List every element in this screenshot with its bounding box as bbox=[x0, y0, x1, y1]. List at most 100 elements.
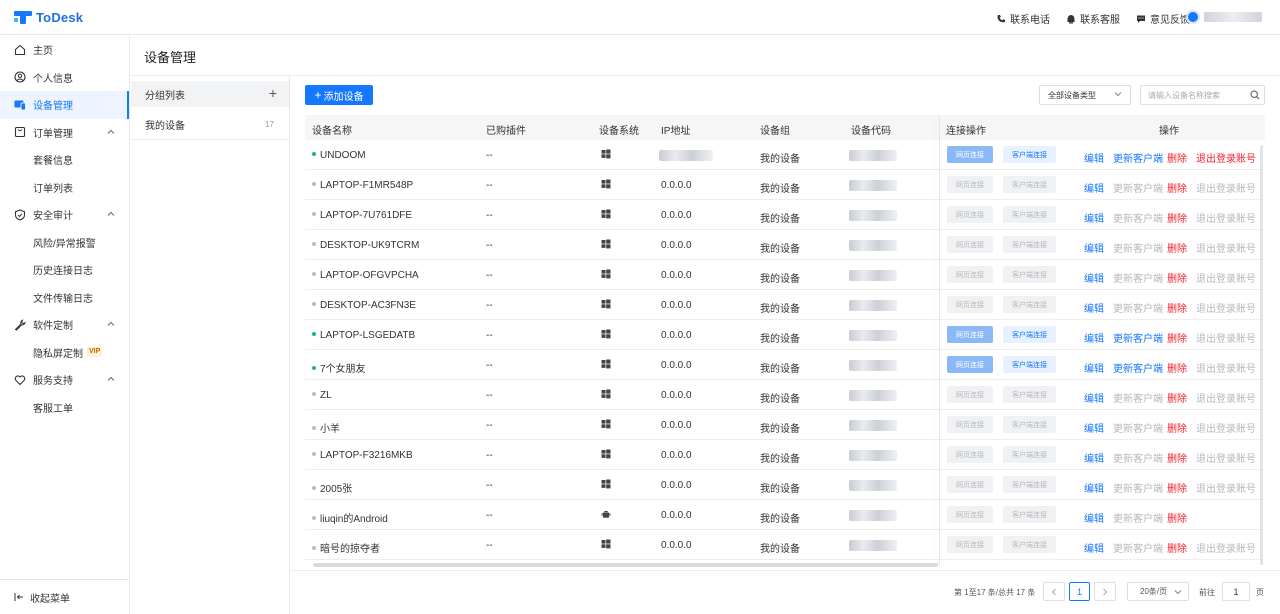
web-connect-button[interactable]: 网页连接 bbox=[947, 416, 993, 433]
nav-home[interactable]: 主页 bbox=[0, 36, 129, 64]
collapse-menu-button[interactable]: 收起菜单 bbox=[0, 579, 129, 614]
edit-link[interactable]: 编辑 bbox=[1084, 420, 1104, 435]
client-connect-button[interactable]: 客户端连接 bbox=[1003, 206, 1056, 223]
edit-link[interactable]: 编辑 bbox=[1084, 240, 1104, 255]
update-client-link[interactable]: 更新客户端 bbox=[1113, 450, 1163, 465]
search-icon[interactable] bbox=[1250, 90, 1260, 100]
client-connect-button[interactable]: 客户端连接 bbox=[1003, 266, 1056, 283]
client-connect-button[interactable]: 客户端连接 bbox=[1003, 146, 1056, 163]
update-client-link[interactable]: 更新客户端 bbox=[1113, 300, 1163, 315]
client-connect-button[interactable]: 客户端连接 bbox=[1003, 326, 1056, 343]
client-connect-button[interactable]: 客户端连接 bbox=[1003, 356, 1056, 373]
page-size-select[interactable]: 20条/页 bbox=[1127, 582, 1189, 601]
logout-account-link[interactable]: 退出登录账号 bbox=[1196, 300, 1256, 315]
update-client-link[interactable]: 更新客户端 bbox=[1113, 150, 1163, 165]
delete-link[interactable]: 删除 bbox=[1167, 210, 1187, 225]
edit-link[interactable]: 编辑 bbox=[1084, 270, 1104, 285]
update-client-link[interactable]: 更新客户端 bbox=[1113, 180, 1163, 195]
nav-history-log[interactable]: 历史连接日志 bbox=[0, 256, 129, 284]
logout-account-link[interactable]: 退出登录账号 bbox=[1196, 360, 1256, 375]
nav-privacy-screen[interactable]: 隐私屏定制 VIP bbox=[0, 339, 129, 367]
client-connect-button[interactable]: 客户端连接 bbox=[1003, 236, 1056, 253]
delete-link[interactable]: 删除 bbox=[1167, 300, 1187, 315]
nav-profile[interactable]: 个人信息 bbox=[0, 64, 129, 92]
add-group-icon[interactable]: + bbox=[269, 85, 277, 101]
update-client-link[interactable]: 更新客户端 bbox=[1113, 360, 1163, 375]
update-client-link[interactable]: 更新客户端 bbox=[1113, 390, 1163, 405]
web-connect-button[interactable]: 网页连接 bbox=[947, 266, 993, 283]
logout-account-link[interactable]: 退出登录账号 bbox=[1196, 150, 1256, 165]
edit-link[interactable]: 编辑 bbox=[1084, 210, 1104, 225]
nav-order-list[interactable]: 订单列表 bbox=[0, 174, 129, 202]
edit-link[interactable]: 编辑 bbox=[1084, 480, 1104, 495]
delete-link[interactable]: 删除 bbox=[1167, 180, 1187, 195]
delete-link[interactable]: 删除 bbox=[1167, 360, 1187, 375]
nav-package-info[interactable]: 套餐信息 bbox=[0, 146, 129, 174]
update-client-link[interactable]: 更新客户端 bbox=[1113, 240, 1163, 255]
logout-account-link[interactable]: 退出登录账号 bbox=[1196, 270, 1256, 285]
update-client-link[interactable]: 更新客户端 bbox=[1113, 210, 1163, 225]
delete-link[interactable]: 删除 bbox=[1167, 510, 1187, 525]
group-item-my-devices[interactable]: 我的设备 17 bbox=[131, 109, 289, 140]
web-connect-button[interactable]: 网页连接 bbox=[947, 206, 993, 223]
edit-link[interactable]: 编辑 bbox=[1084, 180, 1104, 195]
edit-link[interactable]: 编辑 bbox=[1084, 300, 1104, 315]
feedback-link[interactable]: 意见反馈 bbox=[1136, 11, 1190, 26]
logout-account-link[interactable]: 退出登录账号 bbox=[1196, 480, 1256, 495]
client-connect-button[interactable]: 客户端连接 bbox=[1003, 476, 1056, 493]
nav-devices[interactable]: 设备管理 bbox=[0, 91, 129, 119]
web-connect-button[interactable]: 网页连接 bbox=[947, 536, 993, 553]
nav-ticket[interactable]: 客服工单 bbox=[0, 394, 129, 422]
web-connect-button[interactable]: 网页连接 bbox=[947, 386, 993, 403]
logout-account-link[interactable]: 退出登录账号 bbox=[1196, 420, 1256, 435]
delete-link[interactable]: 删除 bbox=[1167, 450, 1187, 465]
client-connect-button[interactable]: 客户端连接 bbox=[1003, 536, 1056, 553]
update-client-link[interactable]: 更新客户端 bbox=[1113, 480, 1163, 495]
edit-link[interactable]: 编辑 bbox=[1084, 510, 1104, 525]
logout-account-link[interactable]: 退出登录账号 bbox=[1196, 210, 1256, 225]
web-connect-button[interactable]: 网页连接 bbox=[947, 506, 993, 523]
web-connect-button[interactable]: 网页连接 bbox=[947, 476, 993, 493]
logout-account-link[interactable]: 退出登录账号 bbox=[1196, 540, 1256, 555]
logout-account-link[interactable]: 退出登录账号 bbox=[1196, 240, 1256, 255]
update-client-link[interactable]: 更新客户端 bbox=[1113, 330, 1163, 345]
user-menu[interactable] bbox=[1186, 10, 1262, 24]
client-connect-button[interactable]: 客户端连接 bbox=[1003, 416, 1056, 433]
add-device-button[interactable]: + 添加设备 bbox=[305, 85, 373, 105]
logout-account-link[interactable]: 退出登录账号 bbox=[1196, 390, 1256, 405]
device-search-input[interactable] bbox=[1140, 85, 1265, 105]
edit-link[interactable]: 编辑 bbox=[1084, 450, 1104, 465]
nav-security[interactable]: 安全审计 bbox=[0, 201, 129, 229]
edit-link[interactable]: 编辑 bbox=[1084, 150, 1104, 165]
edit-link[interactable]: 编辑 bbox=[1084, 540, 1104, 555]
logout-account-link[interactable]: 退出登录账号 bbox=[1196, 450, 1256, 465]
goto-page-input[interactable]: 1 bbox=[1222, 582, 1250, 601]
logout-account-link[interactable]: 退出登录账号 bbox=[1196, 330, 1256, 345]
update-client-link[interactable]: 更新客户端 bbox=[1113, 420, 1163, 435]
prev-page-button[interactable] bbox=[1043, 582, 1065, 601]
edit-link[interactable]: 编辑 bbox=[1084, 330, 1104, 345]
web-connect-button[interactable]: 网页连接 bbox=[947, 356, 993, 373]
contact-service-link[interactable]: 联系客服 bbox=[1066, 11, 1120, 26]
web-connect-button[interactable]: 网页连接 bbox=[947, 446, 993, 463]
delete-link[interactable]: 删除 bbox=[1167, 420, 1187, 435]
delete-link[interactable]: 删除 bbox=[1167, 330, 1187, 345]
delete-link[interactable]: 删除 bbox=[1167, 150, 1187, 165]
client-connect-button[interactable]: 客户端连接 bbox=[1003, 296, 1056, 313]
contact-phone-link[interactable]: 联系电话 bbox=[996, 11, 1050, 26]
edit-link[interactable]: 编辑 bbox=[1084, 390, 1104, 405]
device-type-select[interactable]: 全部设备类型 bbox=[1039, 85, 1131, 105]
delete-link[interactable]: 删除 bbox=[1167, 540, 1187, 555]
web-connect-button[interactable]: 网页连接 bbox=[947, 296, 993, 313]
web-connect-button[interactable]: 网页连接 bbox=[947, 176, 993, 193]
delete-link[interactable]: 删除 bbox=[1167, 240, 1187, 255]
delete-link[interactable]: 删除 bbox=[1167, 480, 1187, 495]
client-connect-button[interactable]: 客户端连接 bbox=[1003, 446, 1056, 463]
update-client-link[interactable]: 更新客户端 bbox=[1113, 510, 1163, 525]
next-page-button[interactable] bbox=[1094, 582, 1116, 601]
page-number-current[interactable]: 1 bbox=[1069, 582, 1090, 601]
delete-link[interactable]: 删除 bbox=[1167, 390, 1187, 405]
vertical-scrollbar[interactable] bbox=[1260, 145, 1263, 565]
web-connect-button[interactable]: 网页连接 bbox=[947, 146, 993, 163]
nav-support[interactable]: 服务支持 bbox=[0, 366, 129, 394]
